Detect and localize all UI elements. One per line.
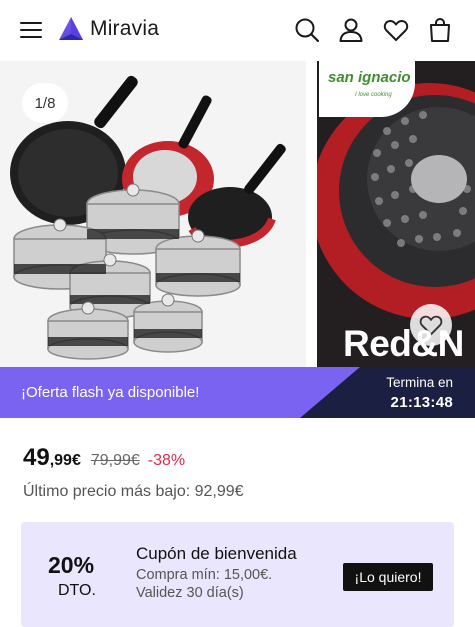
product-gallery[interactable]: 1/8 san ignacio I love cooking Red&N <box>0 61 475 367</box>
discount-percent: -38% <box>147 452 186 469</box>
image-counter: 1/8 <box>22 83 68 123</box>
brand-name: san ignacio <box>328 69 411 86</box>
price-row: 49 ,99€ 79,99€ -38% <box>23 444 185 472</box>
search-icon[interactable] <box>293 16 321 44</box>
coupon-min-purchase: Compra mín: 15,00€. <box>136 567 273 583</box>
coupon-percent: 20% <box>48 552 95 578</box>
miravia-logo-icon <box>59 17 83 40</box>
logo[interactable]: Miravia <box>58 16 159 42</box>
coupon-off-label: DTO. <box>58 582 96 599</box>
heart-icon[interactable] <box>382 16 410 44</box>
flash-sale-countdown: 21:13:48 <box>390 394 453 411</box>
flash-sale-label: ¡Oferta flash ya disponible! <box>21 384 200 401</box>
shopping-bag-icon[interactable] <box>426 16 454 44</box>
price-decimal: ,99€ <box>49 452 81 469</box>
logo-text: Miravia <box>90 17 160 40</box>
flash-sale-ends-label: Termina en <box>386 375 453 390</box>
brand-tagline: I love cooking <box>355 92 392 98</box>
welcome-coupon: 20% DTO. Cupón de bienvenida Compra mín:… <box>21 522 454 627</box>
price-integer: 49 <box>23 444 50 471</box>
coupon-title: Cupón de bienvenida <box>136 544 297 563</box>
top-header: Miravia <box>0 0 475 61</box>
coupon-validity: Validez 30 día(s) <box>136 585 244 601</box>
product-image-cookware-set[interactable]: 1/8 <box>0 61 306 367</box>
lowest-price-label: Último precio más bajo: 92,99€ <box>23 483 244 500</box>
menu-icon[interactable] <box>20 20 44 40</box>
claim-coupon-button[interactable]: ¡Lo quiero! <box>343 563 433 591</box>
user-icon[interactable] <box>337 16 365 44</box>
banner-text: Red&N <box>343 323 464 364</box>
flash-sale-bar: ¡Oferta flash ya disponible! Termina en … <box>0 367 475 418</box>
product-image-pan-banner[interactable]: san ignacio I love cooking Red&N <box>317 61 475 367</box>
original-price: 79,99€ <box>90 452 140 469</box>
brand-badge: san ignacio I love cooking <box>319 61 415 117</box>
